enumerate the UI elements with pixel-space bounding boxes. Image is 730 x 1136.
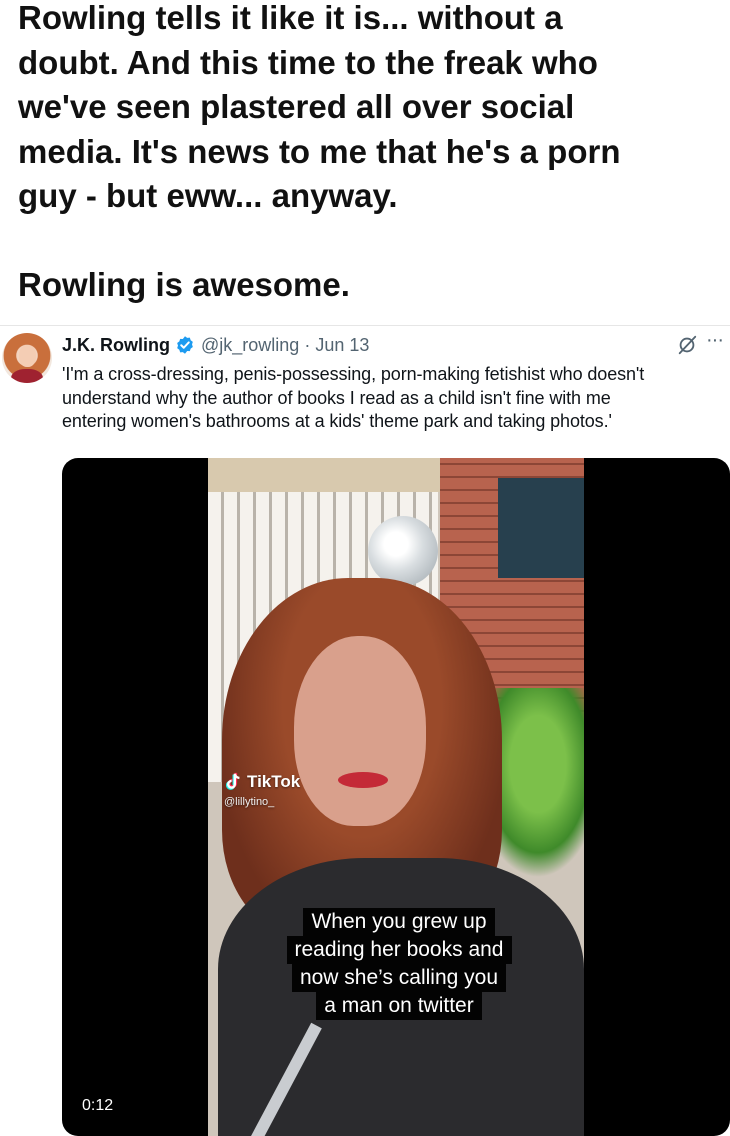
tiktok-label: TikTok bbox=[247, 772, 301, 791]
divider bbox=[0, 325, 730, 326]
caption-line: reading her books and bbox=[286, 936, 512, 964]
tweet-text-line: 'I'm a cross-dressing, penis-possessing,… bbox=[62, 364, 645, 384]
avatar[interactable] bbox=[2, 333, 52, 383]
post-line: Rowling tells it like it is... without a bbox=[18, 0, 563, 36]
verified-badge-icon bbox=[177, 336, 193, 354]
planter bbox=[498, 478, 584, 578]
post-line: guy - but eww... anyway. bbox=[18, 177, 398, 214]
tweet-text-line: understand why the author of books I rea… bbox=[62, 387, 611, 408]
video-caption: When you grew up reading her books and n… bbox=[274, 908, 524, 1020]
plant-leaves bbox=[494, 688, 584, 878]
separator-dot: · bbox=[304, 334, 311, 355]
video-frame: TikTok @lillytino_ When you grew up read… bbox=[208, 458, 584, 1136]
post-closing: Rowling is awesome. bbox=[18, 265, 350, 303]
wall-lamp bbox=[368, 516, 438, 586]
caption-line: When you grew up bbox=[303, 908, 495, 936]
tweet-header: J.K. Rowling @jk_rowling · Jun 13 bbox=[62, 333, 369, 357]
person-lips bbox=[338, 772, 388, 788]
more-options-icon[interactable]: ··· bbox=[706, 329, 724, 352]
tweet-text-line: entering women's bathrooms at a kids' th… bbox=[62, 411, 612, 431]
tiktok-watermark: TikTok @lillytino_ bbox=[222, 770, 300, 808]
post-text: Rowling tells it like it is... without a… bbox=[18, 0, 718, 307]
video-timestamp: 0:12 bbox=[74, 1094, 122, 1118]
post-line: we've seen plastered all over social bbox=[18, 88, 575, 125]
post-line: doubt. And this time to the freak who bbox=[18, 43, 598, 81]
caption-line: a man on twitter bbox=[316, 992, 482, 1020]
author-name[interactable]: J.K. Rowling bbox=[62, 335, 170, 356]
video-player[interactable]: TikTok @lillytino_ When you grew up read… bbox=[62, 458, 730, 1136]
embedded-tweet[interactable]: J.K. Rowling @jk_rowling · Jun 13 ··· 'I… bbox=[0, 325, 730, 1136]
tweet-text: 'I'm a cross-dressing, penis-possessing,… bbox=[62, 363, 730, 434]
grok-icon[interactable] bbox=[676, 334, 698, 356]
tweet-date[interactable]: Jun 13 bbox=[315, 335, 369, 356]
person-face bbox=[294, 636, 426, 826]
post-line: media. It's news to me that he's a porn bbox=[18, 132, 621, 170]
tiktok-icon bbox=[225, 772, 240, 790]
caption-line: now she’s calling you bbox=[291, 964, 507, 992]
avatar-shirt bbox=[11, 369, 43, 383]
avatar-face bbox=[19, 345, 36, 367]
author-handle[interactable]: @jk_rowling bbox=[201, 335, 299, 356]
tiktok-username: @lillytino_ bbox=[224, 796, 275, 808]
